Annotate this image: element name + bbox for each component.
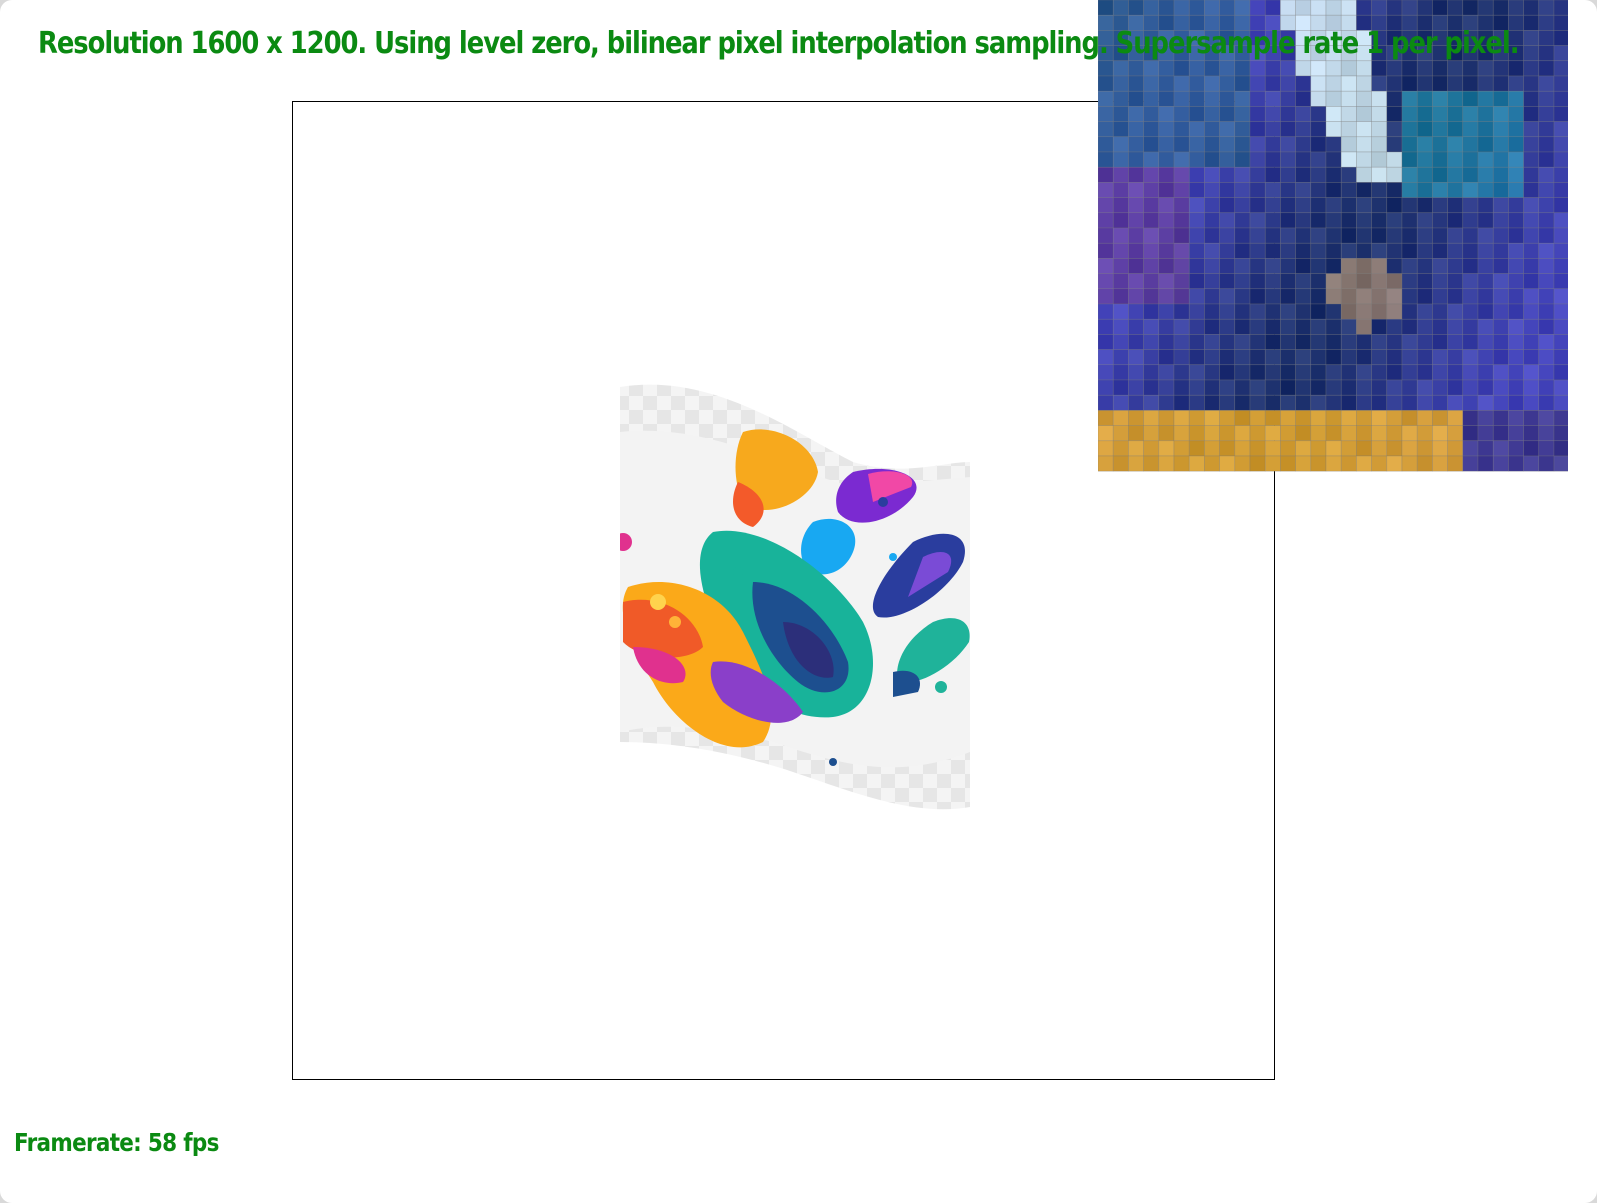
- framerate-text: Framerate: 58 fps: [14, 1128, 219, 1157]
- pixel-zoom-inspector: [1098, 0, 1568, 472]
- render-info-text: Resolution 1600 x 1200. Using level zero…: [38, 26, 1519, 61]
- app-window: Resolution 1600 x 1200. Using level zero…: [0, 0, 1597, 1203]
- zoom-pixel-grid: [1098, 0, 1568, 472]
